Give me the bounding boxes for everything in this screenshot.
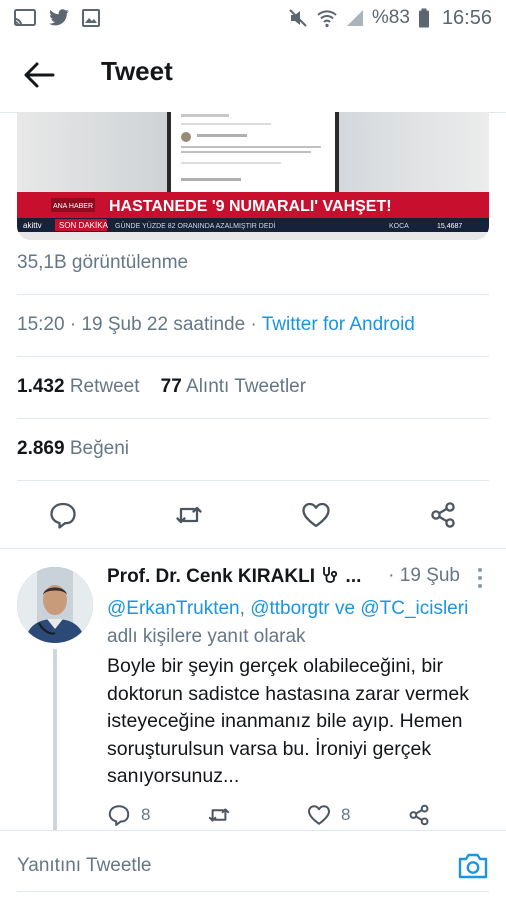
status-right-icons: %83 16:56 — [288, 7, 492, 30]
share-icon — [409, 804, 429, 826]
wifi-icon — [317, 10, 337, 28]
page-title: Tweet — [101, 56, 173, 86]
status-bar: %83 16:56 — [0, 0, 506, 36]
news-label: ANA HABER — [53, 203, 93, 210]
reply-compose-input[interactable]: Yanıtını Tweetle — [17, 855, 152, 877]
share-icon — [431, 502, 455, 528]
mention-conjunction: ve — [334, 598, 356, 619]
divider — [17, 356, 489, 357]
news-headline: HASTANEDE '9 NUMARALI' VAHŞET! — [109, 198, 392, 215]
back-arrow-icon[interactable] — [22, 60, 56, 90]
name-ellipsis: ... — [345, 566, 362, 587]
heart-icon — [302, 502, 330, 528]
reply-share-button[interactable] — [407, 803, 431, 827]
reply-text: Boyle bir şeyin gerçek olabileceğini, bi… — [107, 655, 470, 787]
status-left-icons — [14, 9, 100, 27]
top-app-bar: Tweet — [0, 36, 506, 113]
reply-like-count: 8 — [341, 805, 351, 824]
gallery-icon — [82, 9, 100, 27]
reply-like-button[interactable]: 8 — [307, 803, 350, 827]
camera-icon[interactable] — [457, 851, 489, 881]
mention-link[interactable]: @TC_icisleri — [360, 598, 468, 619]
retweet-icon — [176, 506, 202, 524]
quote-count: 77 — [160, 376, 182, 397]
reply-reply-button[interactable]: 8 — [107, 803, 150, 827]
battery-icon — [418, 8, 429, 28]
tweet-source-link[interactable]: Twitter for Android — [262, 314, 415, 335]
more-options-icon[interactable] — [476, 567, 484, 589]
retweet-count: 1.432 — [17, 376, 65, 397]
avatar[interactable] — [17, 567, 93, 643]
likes-stats-row[interactable]: 2.869 Beğeni — [17, 438, 129, 460]
reply-retweet-button[interactable] — [207, 803, 231, 827]
battery-percent: %83 — [371, 7, 410, 28]
channel-logo-text: akittv — [23, 221, 42, 230]
reply-tweet[interactable]: Prof. Dr. Cenk KIRAKLI ... · 19 Şub @Erk… — [0, 548, 506, 831]
share-button[interactable] — [428, 500, 458, 530]
news-broadcast-image: ANA HABER HASTANEDE '9 NUMARALI' VAHŞET!… — [17, 112, 489, 240]
ticker-right: KOCA — [389, 223, 409, 230]
ticker-text: GÜNDE YÜZDE 82 ORANINDA AZALMIŞTIR DEDİ — [115, 221, 276, 230]
view-count: 35,1B görüntülenme — [17, 252, 189, 273]
reply-button[interactable] — [48, 500, 78, 530]
divider — [17, 294, 489, 295]
divider — [17, 418, 489, 419]
likes-count: 2.869 — [17, 438, 65, 459]
ticker-value: 15,4687 — [437, 223, 462, 230]
retweet-icon — [208, 808, 230, 822]
reply-compose-bar: Yanıtını Tweetle — [0, 830, 506, 901]
reply-suffix: adlı kişilere yanıt olarak — [107, 626, 306, 647]
signal-icon — [346, 10, 363, 26]
quotes-link[interactable]: 77 Alıntı Tweetler — [161, 376, 306, 397]
compose-underline — [17, 891, 489, 892]
replying-to: @ErkanTrukten, @ttborgtr ve @TC_icisleri… — [107, 598, 469, 647]
reply-count: 8 — [141, 805, 151, 824]
author-name[interactable]: Prof. Dr. Cenk KIRAKLI — [107, 566, 315, 587]
tweet-media-image[interactable]: ANA HABER HASTANEDE '9 NUMARALI' VAHŞET!… — [17, 112, 489, 240]
reply-date: · 19 Şub — [388, 565, 460, 586]
mention-link[interactable]: @ttborgtr — [250, 598, 329, 619]
reply-icon — [108, 805, 130, 826]
tweet-timestamp-row: 15:20 · 19 Şub 22 saatinde · Twitter for… — [17, 314, 415, 335]
twitter-bird-icon — [49, 9, 69, 26]
avatar-image — [17, 567, 93, 643]
tweet-date: 19 Şub 22 saatinde — [81, 314, 246, 335]
like-button[interactable] — [301, 500, 331, 530]
cast-icon — [14, 9, 36, 26]
retweet-label: Retweet — [69, 376, 140, 397]
retweet-button[interactable] — [174, 500, 204, 530]
heart-icon — [308, 805, 330, 825]
retweet-stats-row: 1.432 Retweet 77 Alıntı Tweetler — [17, 376, 306, 398]
reply-action-bar: 8 8 — [107, 803, 492, 833]
tweet-action-bar — [0, 486, 506, 548]
tweet-time: 15:20 — [17, 314, 65, 335]
ticker-label: SON DAKİKA — [59, 221, 109, 230]
mute-icon — [289, 9, 307, 27]
quote-label: Alıntı Tweetler — [186, 376, 307, 397]
thread-line — [53, 649, 57, 831]
retweets-link[interactable]: 1.432 Retweet — [17, 376, 140, 397]
reply-header: Prof. Dr. Cenk KIRAKLI ... · 19 Şub — [107, 565, 492, 593]
likes-label: Beğeni — [69, 438, 129, 459]
stethoscope-icon — [323, 567, 338, 583]
status-time: 16:56 — [441, 6, 492, 29]
reply-icon — [50, 502, 76, 529]
mention-link[interactable]: @ErkanTrukten — [107, 598, 240, 619]
divider — [17, 480, 489, 481]
